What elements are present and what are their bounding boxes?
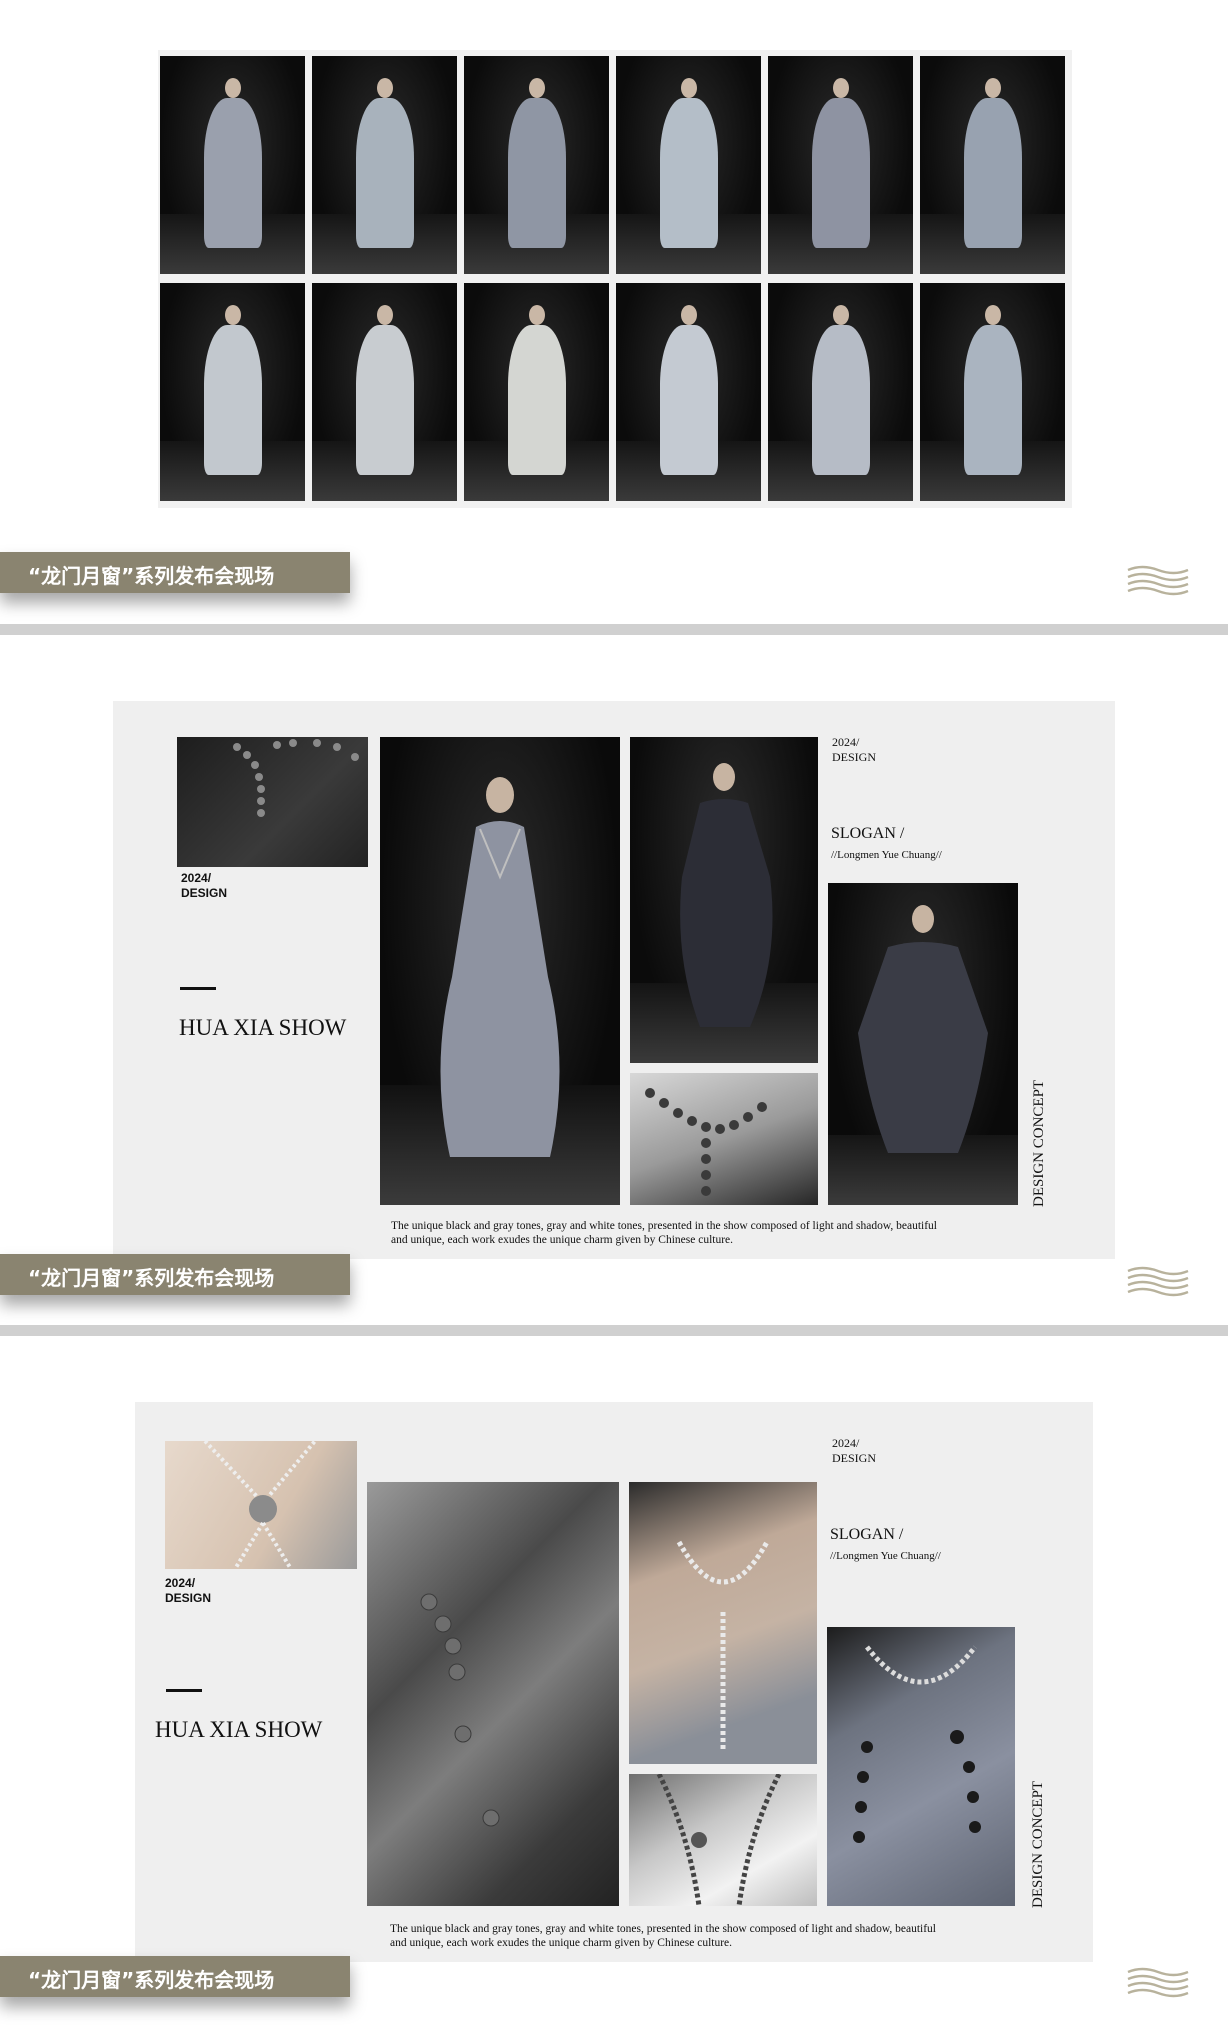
show-title: HUA XIA SHOW — [179, 1015, 347, 1040]
runway-dark-look-photo — [828, 883, 1018, 1205]
title-label-bar: “龙门月窗”系列发布会现场 — [0, 1956, 350, 1997]
necklace-white-top-photo — [629, 1774, 817, 1906]
runway-look-photo — [312, 56, 457, 274]
slogan-heading: SLOGAN / — [830, 1526, 904, 1543]
design-year-top: 2024/ DESIGN — [832, 1436, 876, 1465]
slogan-subtitle: //Longmen Yue Chuang// — [831, 849, 942, 861]
caption-text: The unique black and gray tones, gray an… — [391, 1220, 938, 1246]
runway-look-photo — [768, 56, 913, 274]
runway-look-photo — [160, 283, 305, 501]
slide-separator — [0, 624, 1228, 635]
wave-logo-icon — [1127, 1967, 1189, 1998]
slogan-subtitle: //Longmen Yue Chuang// — [830, 1550, 941, 1562]
title-label: “龙门月窗”系列发布会现场 — [28, 1266, 275, 1290]
show-title: HUA XIA SHOW — [155, 1717, 323, 1742]
slogan-heading: SLOGAN / — [831, 825, 905, 842]
runway-look-photo — [768, 283, 913, 501]
bead-necklace-photo — [827, 1627, 1015, 1906]
design-year-left: 2024/ DESIGN — [181, 871, 228, 900]
title-rule — [180, 987, 216, 990]
design-year-top: 2024/ DESIGN — [832, 735, 876, 764]
design-concept-label: DESIGN CONCEPT — [1031, 1079, 1047, 1207]
runway-photo-grid — [158, 50, 1072, 508]
slide-hua-xia-2: 2024/ DESIGN HUA XIA SHOW 2024/ DESIGN S… — [0, 1336, 1228, 2030]
slide-runway-grid: “龙门月窗”系列发布会现场 — [0, 0, 1228, 624]
slide-hua-xia-1: 2024/ DESIGN HUA XIA SHOW 2024/ DESIGN S… — [0, 635, 1228, 1325]
necklace-detail-photo — [177, 737, 368, 867]
runway-look-photo — [920, 283, 1065, 501]
title-label-bar: “龙门月窗”系列发布会现场 — [0, 552, 350, 593]
title-rule — [166, 1689, 202, 1692]
design-concept-label: DESIGN CONCEPT — [1030, 1780, 1046, 1908]
wave-logo-icon — [1127, 1266, 1189, 1297]
title-label-bar: “龙门月窗”系列发布会现场 — [0, 1254, 350, 1295]
title-label: “龙门月窗”系列发布会现场 — [28, 564, 275, 588]
runway-look-photo — [464, 283, 609, 501]
back-necklace-photo — [165, 1441, 357, 1569]
runway-look-photo — [464, 56, 609, 274]
runway-black-look-photo — [630, 737, 818, 1063]
slide-separator — [0, 1325, 1228, 1336]
runway-look-photo — [616, 283, 761, 501]
caption-text: The unique black and gray tones, gray an… — [390, 1923, 937, 1949]
title-label: “龙门月窗”系列发布会现场 — [28, 1968, 275, 1992]
necklace-chest-photo — [630, 1073, 818, 1205]
design-year-left: 2024/ DESIGN — [165, 1576, 212, 1605]
runway-look-photo — [920, 56, 1065, 274]
runway-look-photo — [616, 56, 761, 274]
runway-look-photo — [160, 56, 305, 274]
fabric-buttons-photo — [367, 1482, 619, 1906]
runway-look-photo — [312, 283, 457, 501]
wave-logo-icon — [1127, 565, 1189, 596]
neck-necklace-photo — [629, 1482, 817, 1764]
runway-main-photo — [380, 737, 620, 1205]
